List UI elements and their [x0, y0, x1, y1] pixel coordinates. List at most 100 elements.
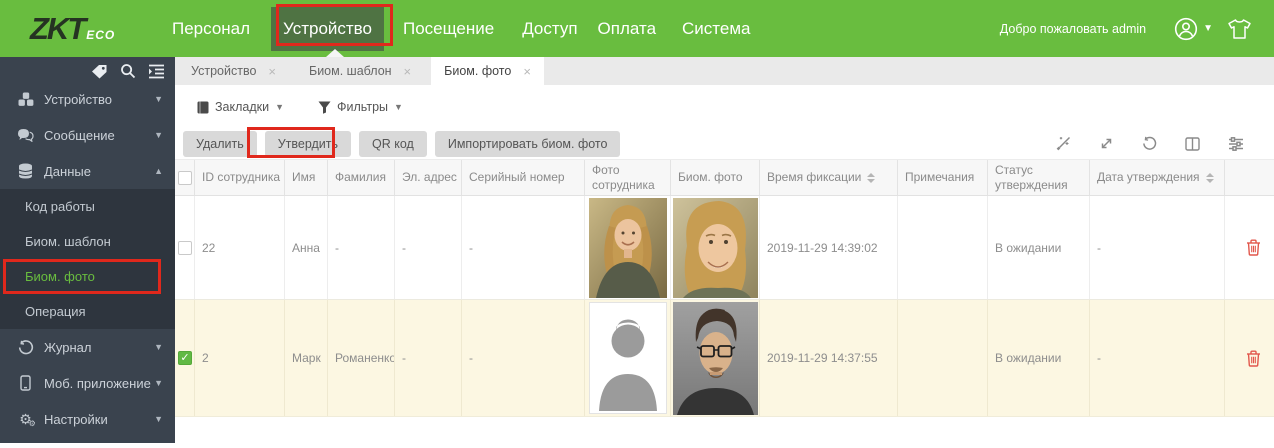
sidebar-item-label: Моб. приложение — [44, 376, 154, 391]
column-header-first-name: Имя — [285, 160, 328, 195]
cell-notes — [898, 300, 988, 416]
cell-id: 22 — [195, 196, 285, 299]
sidebar-item-data[interactable]: Данные ▲ — [0, 153, 175, 189]
qr-code-button[interactable]: QR код — [359, 131, 427, 157]
bookmarks-dropdown[interactable]: Закладки ▼ — [197, 100, 284, 114]
magic-wand-icon[interactable] — [1055, 136, 1071, 152]
menu-item-payment[interactable]: Оплата — [598, 19, 656, 39]
cell-last-name: Романенко — [328, 300, 395, 416]
cell-actions — [1225, 300, 1274, 416]
cell-capture-time: 2019-11-29 14:37:55 — [760, 300, 898, 416]
cell-bio-photo — [671, 300, 760, 416]
sidebar-item-mobile-app[interactable]: Моб. приложение ▼ — [0, 365, 175, 401]
cell-notes — [898, 196, 988, 299]
close-icon[interactable]: × — [404, 64, 412, 79]
sidebar-tools — [0, 57, 175, 81]
menu-item-access[interactable]: Доступ — [522, 19, 577, 39]
table-header: ID сотрудника Имя Фамилия Эл. адрес Сери… — [175, 159, 1274, 196]
sliders-settings-icon[interactable] — [1228, 137, 1244, 151]
row-checkbox-cell: ✓ — [175, 300, 195, 416]
approve-button[interactable]: Утвердить — [265, 131, 351, 157]
delete-row-icon[interactable] — [1246, 239, 1261, 256]
sidebar-item-journal[interactable]: Журнал ▼ — [0, 329, 175, 365]
user-account-menu[interactable]: ▼ — [1174, 17, 1213, 41]
sidebar-item-message[interactable]: Сообщение ▼ — [0, 117, 175, 153]
book-icon — [197, 101, 209, 114]
chevron-down-icon: ▼ — [154, 342, 163, 352]
tab-device[interactable]: Устройство × — [178, 57, 289, 85]
delete-button[interactable]: Удалить — [183, 131, 257, 157]
close-icon[interactable]: × — [268, 64, 276, 79]
column-header-last-name: Фамилия — [328, 160, 395, 195]
cell-first-name: Анна — [285, 196, 328, 299]
filters-dropdown[interactable]: Фильтры ▼ — [318, 100, 403, 114]
cell-approval-status: В ожидании — [988, 300, 1090, 416]
menu-item-system[interactable]: Система — [682, 19, 750, 39]
delete-row-icon[interactable] — [1246, 350, 1261, 367]
bio-photo-woman-closeup — [673, 198, 758, 298]
cell-approval-status: В ожидании — [988, 196, 1090, 299]
sort-icon[interactable] — [1206, 173, 1214, 183]
tab-bar: Устройство × Биом. шаблон × Биом. фото × — [175, 57, 1274, 85]
table-tools — [1055, 128, 1244, 159]
tab-label: Биом. шаблон — [309, 64, 392, 78]
chevron-down-icon: ▼ — [154, 130, 163, 140]
sidebar-subitem-bio-template[interactable]: Биом. шаблон — [0, 224, 175, 259]
chevron-down-icon: ▼ — [1203, 23, 1213, 34]
close-icon[interactable]: × — [523, 64, 531, 79]
sidebar-subitem-workcode[interactable]: Код работы — [0, 189, 175, 224]
expand-icon[interactable] — [1099, 136, 1114, 151]
list-toolbar: Закладки ▼ Фильтры ▼ — [175, 85, 1274, 129]
sidebar-item-device[interactable]: Устройство ▼ — [0, 81, 175, 117]
column-header-employee-photo: Фото сотрудника — [585, 160, 671, 195]
user-avatar-icon — [1174, 17, 1198, 41]
sidebar-item-label: Журнал — [44, 340, 154, 355]
sidebar-item-settings[interactable]: ⚙⚙ Настройки ▼ — [0, 401, 175, 437]
sidebar-item-label: Сообщение — [44, 128, 154, 143]
logo-text-zkt: ZKT — [30, 11, 84, 47]
cell-first-name: Марк — [285, 300, 328, 416]
menu-item-personnel[interactable]: Персонал — [172, 19, 250, 39]
cell-approval-date: - — [1090, 196, 1225, 299]
table-row: 22 Анна - - - — [175, 196, 1274, 300]
search-icon[interactable] — [120, 63, 136, 79]
menu-item-attendance[interactable]: Посещение — [403, 19, 494, 39]
cell-serial: - — [462, 196, 585, 299]
row-checkbox-checked[interactable]: ✓ — [178, 351, 192, 365]
table-row-selected: ✓ 2 Марк Романенко - - — [175, 300, 1274, 417]
column-header-approval-date: Дата утверждения — [1090, 160, 1225, 195]
row-checkbox-cell — [175, 196, 195, 299]
cell-capture-time: 2019-11-29 14:39:02 — [760, 196, 898, 299]
sidebar-subitem-operation[interactable]: Операция — [0, 294, 175, 329]
bio-photo-man-glasses — [673, 302, 758, 415]
theme-shirt-icon[interactable] — [1227, 18, 1252, 40]
column-header-actions — [1225, 160, 1274, 195]
tab-bio-photo-active[interactable]: Биом. фото × — [431, 57, 544, 85]
tab-label: Биом. фото — [444, 64, 511, 78]
sort-icon[interactable] — [867, 173, 875, 183]
column-header-capture-time: Время фиксации — [760, 160, 898, 195]
row-checkbox[interactable] — [178, 241, 192, 255]
cell-approval-date: - — [1090, 300, 1225, 416]
column-header-email: Эл. адрес — [395, 160, 462, 195]
tab-bio-template[interactable]: Биом. шаблон × — [296, 57, 424, 85]
cell-email: - — [395, 196, 462, 299]
import-bio-photo-button[interactable]: Импортировать биом. фото — [435, 131, 621, 157]
menu-item-device-label: Устройство — [283, 19, 372, 39]
cell-actions — [1225, 196, 1274, 299]
cell-id: 2 — [195, 300, 285, 416]
refresh-history-icon[interactable] — [1142, 136, 1157, 151]
database-icon — [17, 163, 34, 179]
history-icon — [17, 340, 34, 355]
chevron-down-icon: ▼ — [394, 102, 403, 112]
zkteco-logo[interactable]: ZKT ECO — [30, 11, 160, 47]
menu-fold-icon[interactable] — [148, 64, 165, 79]
columns-icon[interactable] — [1185, 137, 1200, 151]
select-all-checkbox[interactable] — [178, 171, 192, 185]
chevron-up-icon: ▲ — [154, 166, 163, 176]
sidebar-subitem-bio-photo[interactable]: Биом. фото — [0, 259, 175, 294]
filters-label: Фильтры — [337, 100, 388, 114]
menu-item-device-active[interactable]: Устройство — [271, 7, 384, 51]
tag-icon[interactable] — [91, 64, 108, 79]
sidebar-item-label: Устройство — [44, 92, 154, 107]
